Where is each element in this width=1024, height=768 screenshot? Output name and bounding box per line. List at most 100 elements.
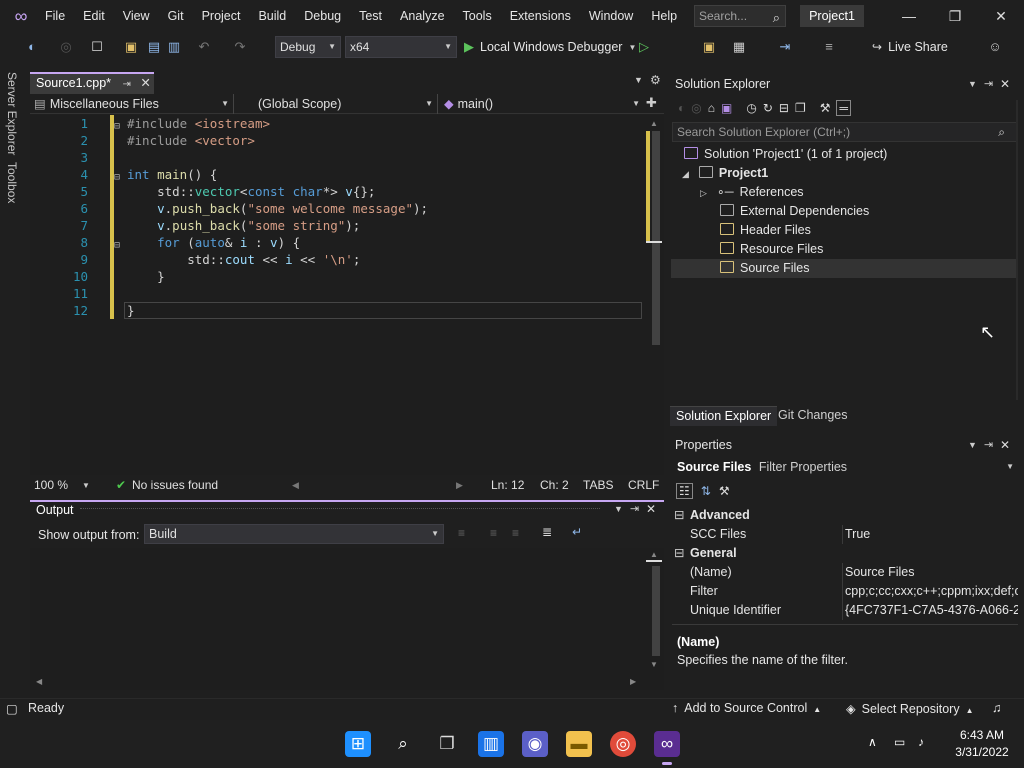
output-vertical-scrollbar[interactable]: ▲ ▼ [646, 548, 664, 676]
close-icon[interactable]: ✕ [1000, 438, 1010, 452]
editor-vertical-scrollbar[interactable]: ▲ [646, 115, 664, 475]
project-title-badge[interactable]: Project1 [800, 5, 864, 27]
new-project-icon[interactable]: ☐ [88, 37, 106, 57]
tree-item-solution[interactable]: Solution 'Project1' (1 of 1 project) [684, 145, 887, 164]
menu-view[interactable]: View [114, 0, 159, 32]
align-icon[interactable]: ≡ [820, 37, 838, 57]
code-line[interactable]: 4 int main() { [30, 166, 646, 183]
add-to-source-control-button[interactable]: ↑ Add to Source Control ▲ [672, 701, 821, 715]
code-line[interactable]: 7 v.push_back("some string"); [30, 217, 646, 234]
indent-mode[interactable]: TABS [583, 478, 613, 492]
clock-date[interactable]: 3/31/2022 [950, 745, 1014, 759]
pin-icon[interactable]: ⇥ [630, 502, 639, 515]
settings-gear-icon[interactable]: ⚙ [650, 73, 661, 87]
property-row-unique-identifier[interactable]: Unique Identifier {4FC737F1-C7A5-4376-A0… [672, 601, 1018, 620]
property-value[interactable]: Source Files [842, 563, 1018, 582]
collapse-all-icon[interactable]: ⊟ [779, 101, 789, 115]
back-icon[interactable]: ◐ [678, 101, 685, 115]
property-category-general[interactable]: ⊟ General [672, 544, 1018, 563]
close-icon[interactable]: ✕ [646, 502, 656, 516]
member-dropdown[interactable]: ◆ main() ▼ [444, 94, 644, 114]
menu-edit[interactable]: Edit [74, 0, 114, 32]
code-line[interactable]: 3 [30, 149, 646, 166]
alphabetical-icon[interactable]: ⇅ [701, 484, 711, 498]
scroll-left-icon[interactable]: ◀ [292, 480, 299, 491]
code-line[interactable]: 1 #include <iostream> [30, 115, 646, 132]
scroll-left-icon[interactable]: ◀ [36, 677, 42, 686]
pin-icon[interactable]: ⇥ [984, 438, 993, 451]
project-dropdown[interactable]: ▤ Miscellaneous Files ▼ [34, 94, 234, 114]
word-wrap-icon[interactable]: ↵ [572, 525, 582, 539]
live-share-button[interactable]: ↪ Live Share [872, 37, 948, 57]
menu-help[interactable]: Help [642, 0, 686, 32]
forward-icon[interactable]: ◎ [691, 101, 701, 115]
switch-views-icon[interactable]: ▣ [721, 101, 732, 115]
expanded-arrow-icon[interactable]: ◢ [682, 169, 689, 179]
scrollbar-thumb[interactable] [652, 131, 660, 345]
visual-studio-logo-icon[interactable]: ∞ [10, 6, 32, 26]
sync-icon[interactable]: ↻ [763, 101, 773, 115]
undo-icon[interactable]: ↶ [196, 37, 212, 57]
scroll-up-icon[interactable]: ▲ [650, 119, 658, 128]
properties-wrench-icon[interactable]: ⚒ [820, 101, 831, 115]
clear-all-icon[interactable]: ≣ [542, 525, 552, 539]
collapse-icon[interactable]: ⊟ [114, 172, 120, 183]
widgets-icon[interactable]: ▥ [478, 731, 504, 757]
scope-dropdown[interactable]: (Global Scope) ▼ [238, 94, 438, 114]
line-ending[interactable]: CRLF [628, 478, 659, 492]
collapsed-arrow-icon[interactable]: ▷ [700, 188, 707, 198]
minimize-icon[interactable]: — [886, 0, 932, 32]
chrome-icon[interactable]: ◎ [610, 731, 636, 757]
preview-selected-icon[interactable]: ═ [836, 100, 851, 116]
tab-overflow-icon[interactable]: ▼ [634, 75, 643, 85]
document-tab[interactable]: Source1.cpp* ⇥ ✕ [30, 72, 154, 94]
tree-item-project[interactable]: ◢ Project1 [682, 164, 768, 183]
history-icon[interactable]: ◷ [746, 101, 756, 115]
menu-analyze[interactable]: Analyze [391, 0, 453, 32]
collapse-icon[interactable]: ⊟ [674, 506, 684, 525]
solution-explorer-scrollbar[interactable] [1016, 100, 1018, 400]
line-indicator[interactable]: Ln: 12 [491, 478, 524, 492]
collapse-icon[interactable]: ⊟ [674, 544, 684, 563]
property-pages-wrench-icon[interactable]: ⚒ [719, 484, 730, 498]
feedback-icon[interactable]: ☺ [986, 37, 1004, 57]
code-editor[interactable]: 1 #include <iostream> 2 #include <vector> 3 4… [30, 115, 646, 475]
output-source-dropdown[interactable]: Build ▼ [144, 524, 444, 544]
tree-item-header-files[interactable]: Header Files [720, 221, 811, 240]
property-value[interactable]: {4FC737F1-C7A5-4376-A066-2A32D752A2FF} [842, 601, 1018, 620]
chevron-down-icon[interactable]: ▼ [82, 481, 90, 490]
column-indicator[interactable]: Ch: 2 [540, 478, 569, 492]
output-text-area[interactable] [30, 548, 646, 676]
layout-icon[interactable]: ▦ [730, 37, 748, 57]
tree-item-references[interactable]: ▷ ∘─ References [700, 183, 804, 202]
run-debugger-button[interactable]: ▶ Local Windows Debugger ▼ [464, 37, 636, 57]
property-row-name[interactable]: (Name) Source Files [672, 563, 1018, 582]
search-icon[interactable]: ⌕ [390, 731, 416, 757]
property-row-scc-files[interactable]: SCC Files True [672, 525, 1018, 544]
collapse-icon[interactable]: ⊟ [114, 121, 120, 132]
menu-debug[interactable]: Debug [295, 0, 350, 32]
task-view-icon[interactable]: ❐ [434, 731, 460, 757]
network-icon[interactable]: ▭ [894, 735, 905, 749]
code-line[interactable]: 6 v.push_back("some welcome message"); [30, 200, 646, 217]
output-horizontal-scrollbar[interactable]: ◀ ▶ [30, 676, 664, 690]
menu-file[interactable]: File [36, 0, 74, 32]
redo-icon[interactable]: ↷ [232, 37, 248, 57]
property-value[interactable]: cpp;c;cc;cxx;c++;cppm;ixx;def;odl;idl;hp… [842, 582, 1018, 601]
split-editor-icon[interactable]: ✚ [646, 95, 657, 111]
scroll-right-icon[interactable]: ▶ [456, 480, 463, 491]
chevron-down-icon[interactable]: ▼ [968, 79, 977, 89]
windows-start-icon[interactable]: ⊞ [345, 731, 371, 757]
next-message-icon[interactable]: ≡ [490, 526, 497, 540]
collapse-icon[interactable]: ⊟ [114, 240, 120, 251]
menu-tools[interactable]: Tools [454, 0, 501, 32]
close-icon[interactable]: ✕ [978, 0, 1024, 32]
scroll-right-icon[interactable]: ▶ [630, 677, 636, 686]
pin-icon[interactable]: ⇥ [123, 79, 131, 90]
home-icon[interactable]: ⌂ [708, 101, 715, 115]
chevron-up-icon[interactable]: ∧ [868, 735, 877, 749]
file-explorer-icon[interactable]: ▬ [566, 731, 592, 757]
issues-status[interactable]: No issues found [132, 478, 218, 492]
pin-icon[interactable]: ⇥ [984, 77, 993, 90]
save-icon[interactable]: ▤ [146, 37, 162, 57]
